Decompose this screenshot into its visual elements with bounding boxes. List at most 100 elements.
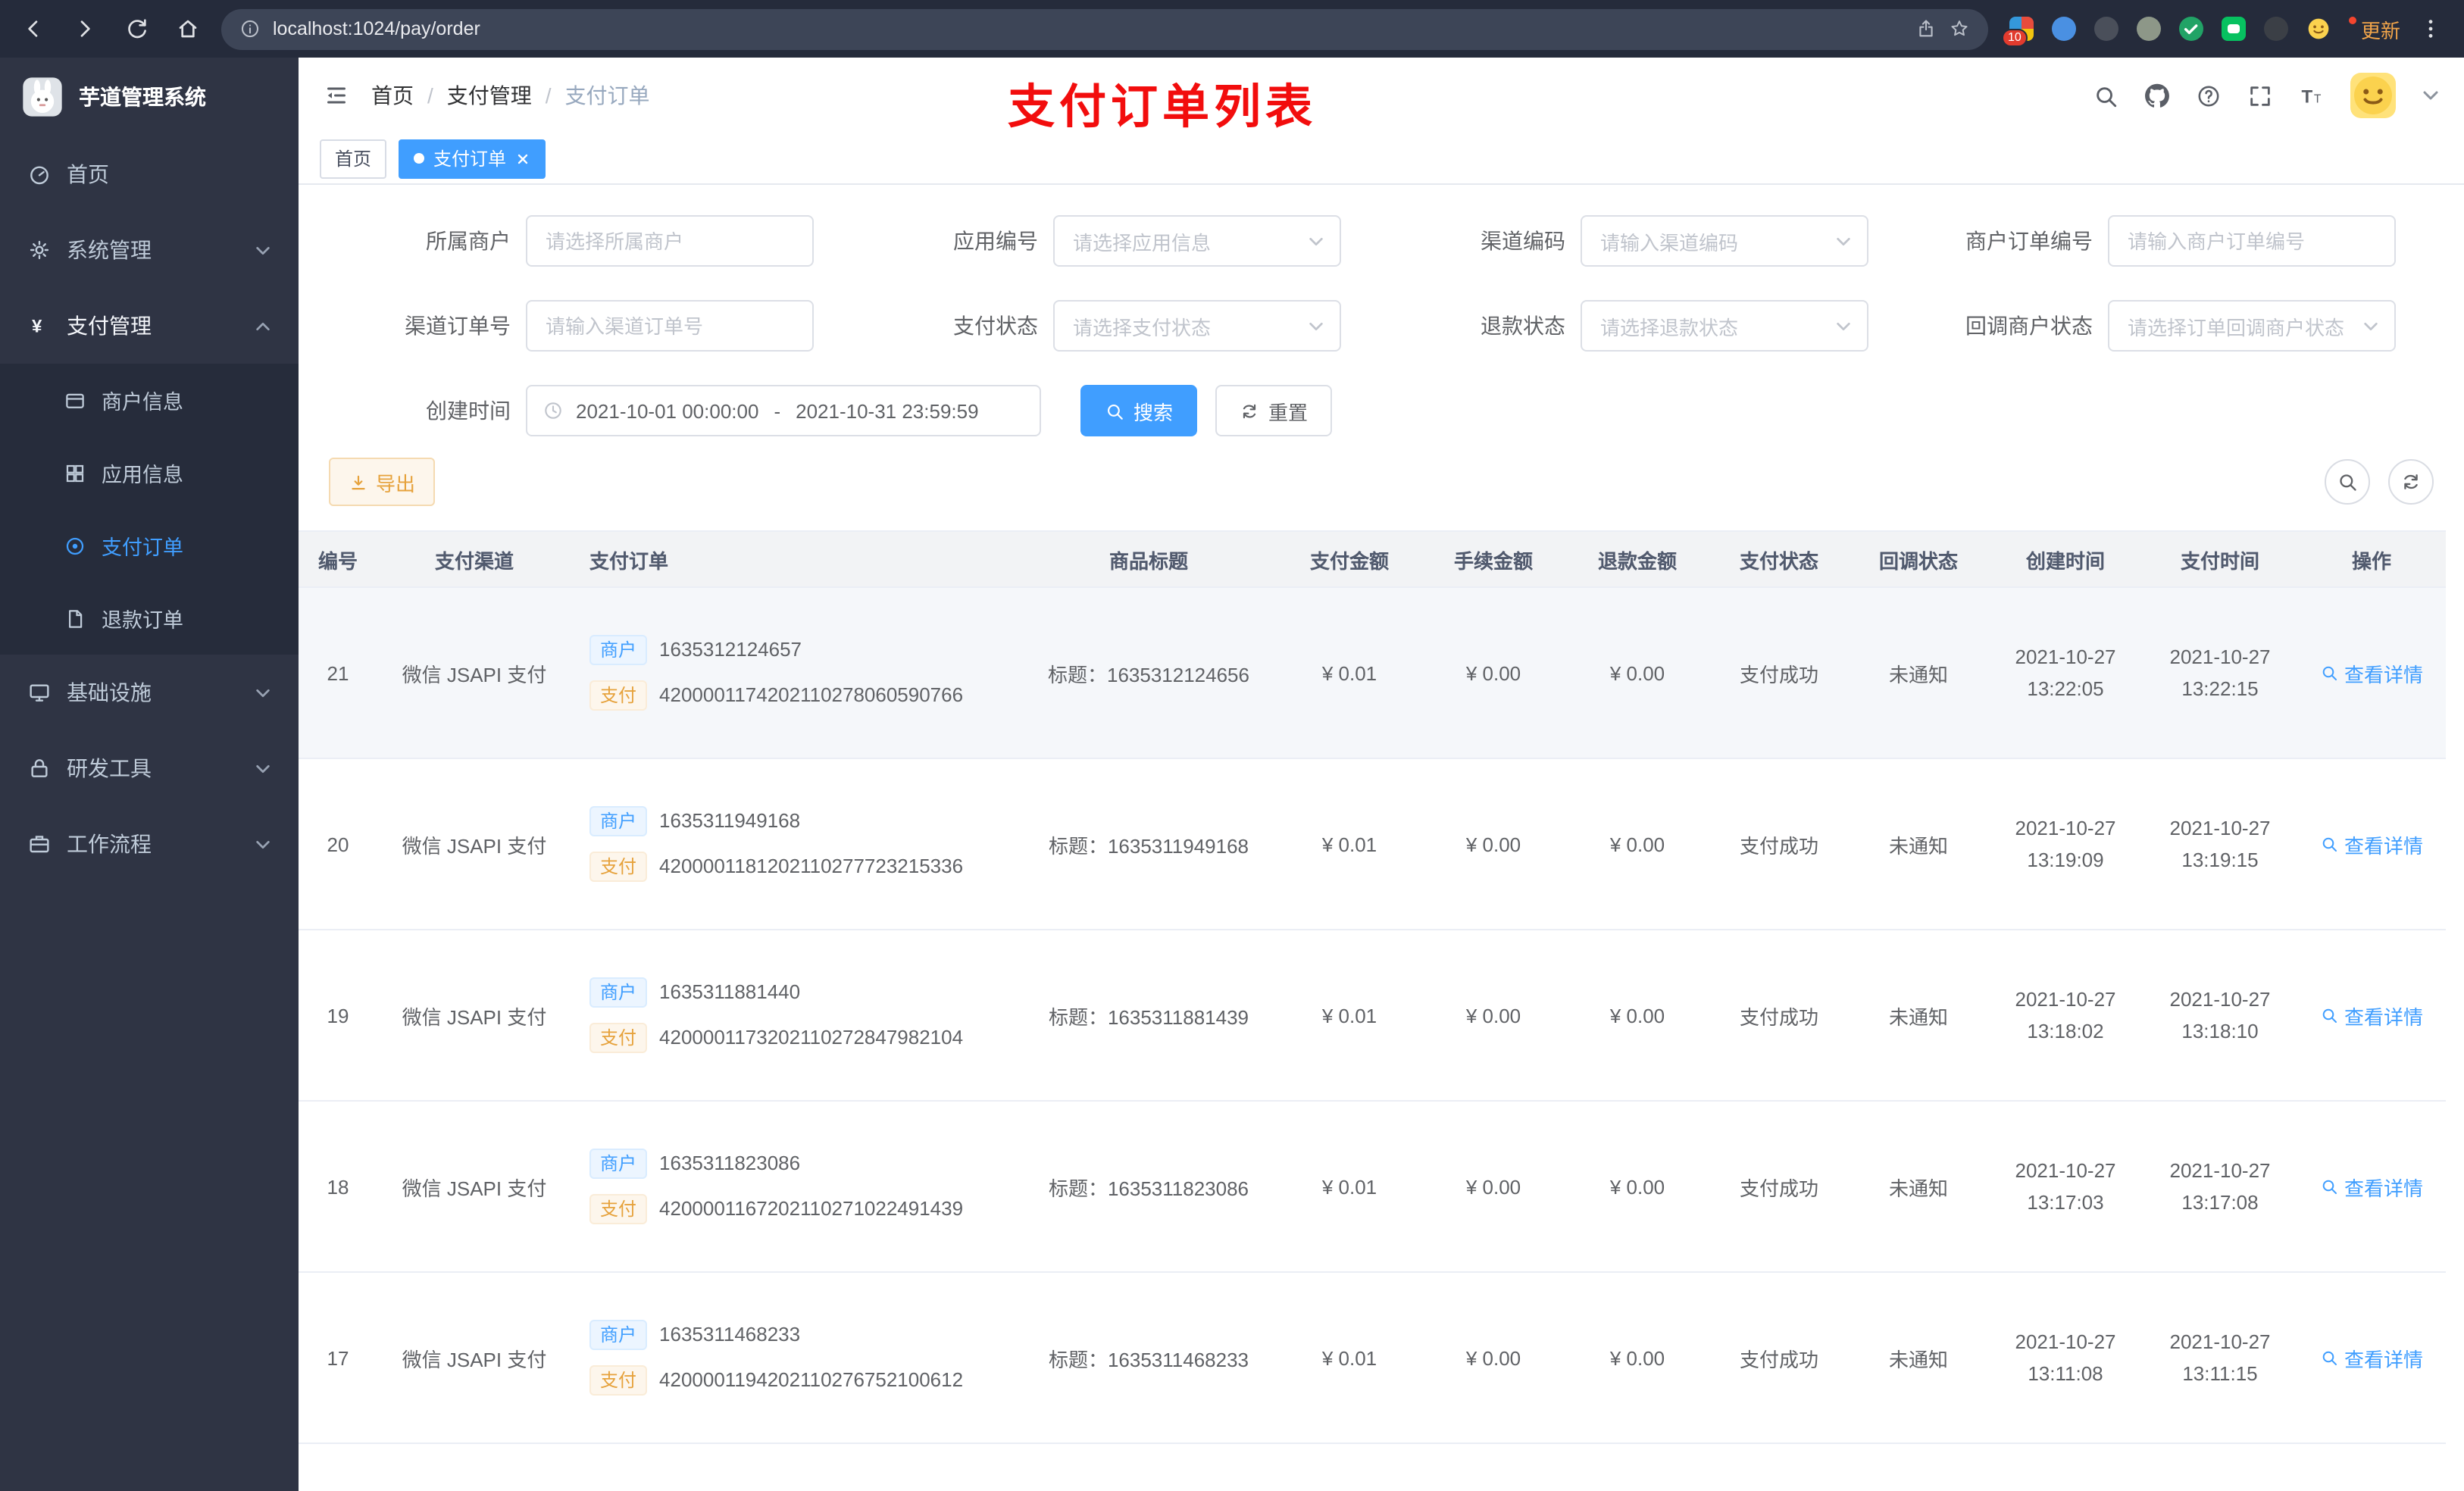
extension-gray-icon[interactable]: [2136, 17, 2161, 41]
cell-fee: ¥ 0.00: [1465, 661, 1521, 684]
user-avatar[interactable]: [2350, 73, 2396, 118]
extension-grid-icon[interactable]: 10: [2001, 17, 2034, 47]
cell-actions: 查看详情: [2297, 1001, 2446, 1030]
page-annotation: 支付订单列表: [1008, 80, 1317, 133]
extension-pin-icon[interactable]: [2263, 17, 2288, 41]
cell-pay-time: 2021-10-27 13:17:08: [2143, 1155, 2297, 1218]
filter-channel-order-no: 渠道订单号: [329, 300, 814, 352]
breadcrumb-home[interactable]: 首页: [371, 80, 414, 111]
extension-green-check-icon[interactable]: [2178, 17, 2203, 41]
cell-id: 21: [327, 661, 349, 684]
table-body: 21 微信 JSAPI 支付 商户 1635312124657 支付 42000…: [299, 588, 2446, 1491]
cell-pay-time: 2021-10-27 13:18:10: [2143, 983, 2297, 1047]
refund-status-select[interactable]: 请选择退款状态: [1581, 300, 1868, 352]
pay-status-select[interactable]: 请选择支付状态: [1053, 300, 1341, 352]
view-detail-link[interactable]: 查看详情: [2320, 830, 2423, 858]
search-icon[interactable]: [2093, 83, 2118, 108]
sidebar-item-system[interactable]: 系统管理: [0, 212, 299, 288]
cell-channel: 微信 JSAPI 支付: [402, 834, 547, 857]
emoji-extension-icon[interactable]: [2306, 17, 2331, 41]
date-range-picker[interactable]: 2021-10-01 00:00:00 - 2021-10-31 23:59:5…: [526, 385, 1041, 436]
cell-notify: 未通知: [1888, 1005, 1948, 1028]
merchant-input[interactable]: [526, 215, 814, 267]
merchant-order-no: 1635311881440: [659, 980, 801, 1003]
merchant-order-no-input[interactable]: [2108, 215, 2396, 267]
tab-home[interactable]: 首页: [320, 139, 387, 178]
sidebar-item-payment[interactable]: 支付管理: [0, 288, 299, 364]
payment-submenu: 商户信息 应用信息 支付订单 退款订单: [0, 364, 299, 655]
gear-icon: [27, 238, 52, 262]
hide-search-button[interactable]: [2325, 459, 2370, 505]
reset-button[interactable]: 重置: [1215, 385, 1333, 436]
pay-time: 13:17:08: [2181, 1191, 2259, 1214]
breadcrumb-payment[interactable]: 支付管理: [447, 80, 532, 111]
col-title: 商品标题: [1108, 549, 1188, 572]
forward-icon[interactable]: [73, 17, 97, 41]
browser-update-button[interactable]: 更新: [2348, 14, 2400, 43]
bookmark-star-icon[interactable]: [1949, 18, 1970, 39]
export-button[interactable]: 导出: [329, 458, 436, 506]
sidebar-item-refund-order[interactable]: 退款订单: [0, 582, 299, 655]
address-bar[interactable]: localhost:1024/pay/order: [221, 8, 1988, 49]
extension-blue-icon[interactable]: [2051, 17, 2076, 41]
font-size-icon[interactable]: [2299, 83, 2325, 108]
table-settings: [2325, 459, 2434, 505]
cell-title: 标题：1635312124656: [1048, 663, 1249, 686]
browser-menu-icon[interactable]: [2419, 17, 2443, 41]
view-detail-link[interactable]: 查看详情: [2320, 1172, 2423, 1201]
github-icon[interactable]: [2144, 83, 2170, 108]
sidebar-item-label: 应用信息: [102, 464, 183, 486]
sidebar-item-home[interactable]: 首页: [0, 136, 299, 212]
sidebar-item-pay-order[interactable]: 支付订单: [0, 509, 299, 582]
chevron-up-icon: [255, 317, 271, 334]
view-detail-link[interactable]: 查看详情: [2320, 1343, 2423, 1372]
extension-dark-icon[interactable]: [2093, 17, 2118, 41]
avatar-caret-icon[interactable]: [2422, 86, 2440, 105]
col-actions: 操作: [2351, 549, 2391, 572]
view-detail-link[interactable]: 查看详情: [2320, 1001, 2423, 1030]
cell-create-time: 2021-10-27 13:22:05: [1988, 641, 2143, 705]
channel-code-select[interactable]: 请输入渠道编码: [1581, 215, 1868, 267]
close-tab-icon[interactable]: [515, 151, 530, 166]
view-detail-link[interactable]: 查看详情: [2320, 658, 2423, 687]
breadcrumb-current: 支付订单: [564, 83, 650, 108]
cell-channel: 微信 JSAPI 支付: [402, 1177, 547, 1199]
cell-create-time: 2021-10-27 13:18:02: [1988, 983, 2143, 1047]
pay-tag: 支付: [589, 1023, 648, 1053]
site-info-icon[interactable]: [239, 18, 261, 39]
view-detail-label: 查看详情: [2344, 834, 2423, 857]
share-icon[interactable]: [1915, 18, 1937, 39]
tab-pay-order[interactable]: 支付订单: [399, 139, 546, 178]
channel-order-no-input[interactable]: [526, 300, 814, 352]
wechat-icon[interactable]: [2221, 17, 2246, 41]
home-icon[interactable]: [176, 17, 200, 41]
pay-date: 2021-10-27: [2169, 817, 2271, 839]
date-start-value[interactable]: 2021-10-01 00:00:00: [576, 399, 758, 422]
merchant-tag: 商户: [589, 806, 648, 836]
create-date: 2021-10-27: [2015, 1330, 2116, 1353]
sidebar-item-dev-tools[interactable]: 研发工具: [0, 730, 299, 806]
chevron-down-icon: [255, 684, 271, 701]
refresh-table-button[interactable]: [2388, 459, 2434, 505]
create-time: 13:11:08: [2028, 1362, 2103, 1385]
back-icon[interactable]: [21, 17, 45, 41]
url-text[interactable]: localhost:1024/pay/order: [273, 18, 1903, 39]
table-row: 20 微信 JSAPI 支付 商户 1635311949168 支付 42000…: [299, 759, 2446, 930]
sidebar-item-app-info[interactable]: 应用信息: [0, 436, 299, 509]
reload-icon[interactable]: [124, 17, 149, 41]
search-button[interactable]: 搜索: [1080, 385, 1198, 436]
sidebar-item-infrastructure[interactable]: 基础设施: [0, 655, 299, 730]
fullscreen-icon[interactable]: [2247, 83, 2273, 108]
filter-label: 支付状态: [953, 314, 1038, 338]
sidebar-item-workflow[interactable]: 工作流程: [0, 806, 299, 882]
pay-tag: 支付: [589, 1365, 648, 1396]
extension-badge: 10: [2001, 29, 2028, 47]
sidebar-fold-icon[interactable]: [323, 82, 350, 109]
app-id-select[interactable]: 请选择应用信息: [1053, 215, 1341, 267]
screen: localhost:1024/pay/order 10 更新 芋道管理系统 首页…: [0, 0, 2464, 1491]
help-icon[interactable]: [2196, 83, 2222, 108]
notify-status-select[interactable]: 请选择订单回调商户状态: [2108, 300, 2396, 352]
sidebar-item-merchant-info[interactable]: 商户信息: [0, 364, 299, 436]
date-end-value[interactable]: 2021-10-31 23:59:59: [796, 399, 978, 422]
dashboard-icon: [27, 162, 52, 186]
